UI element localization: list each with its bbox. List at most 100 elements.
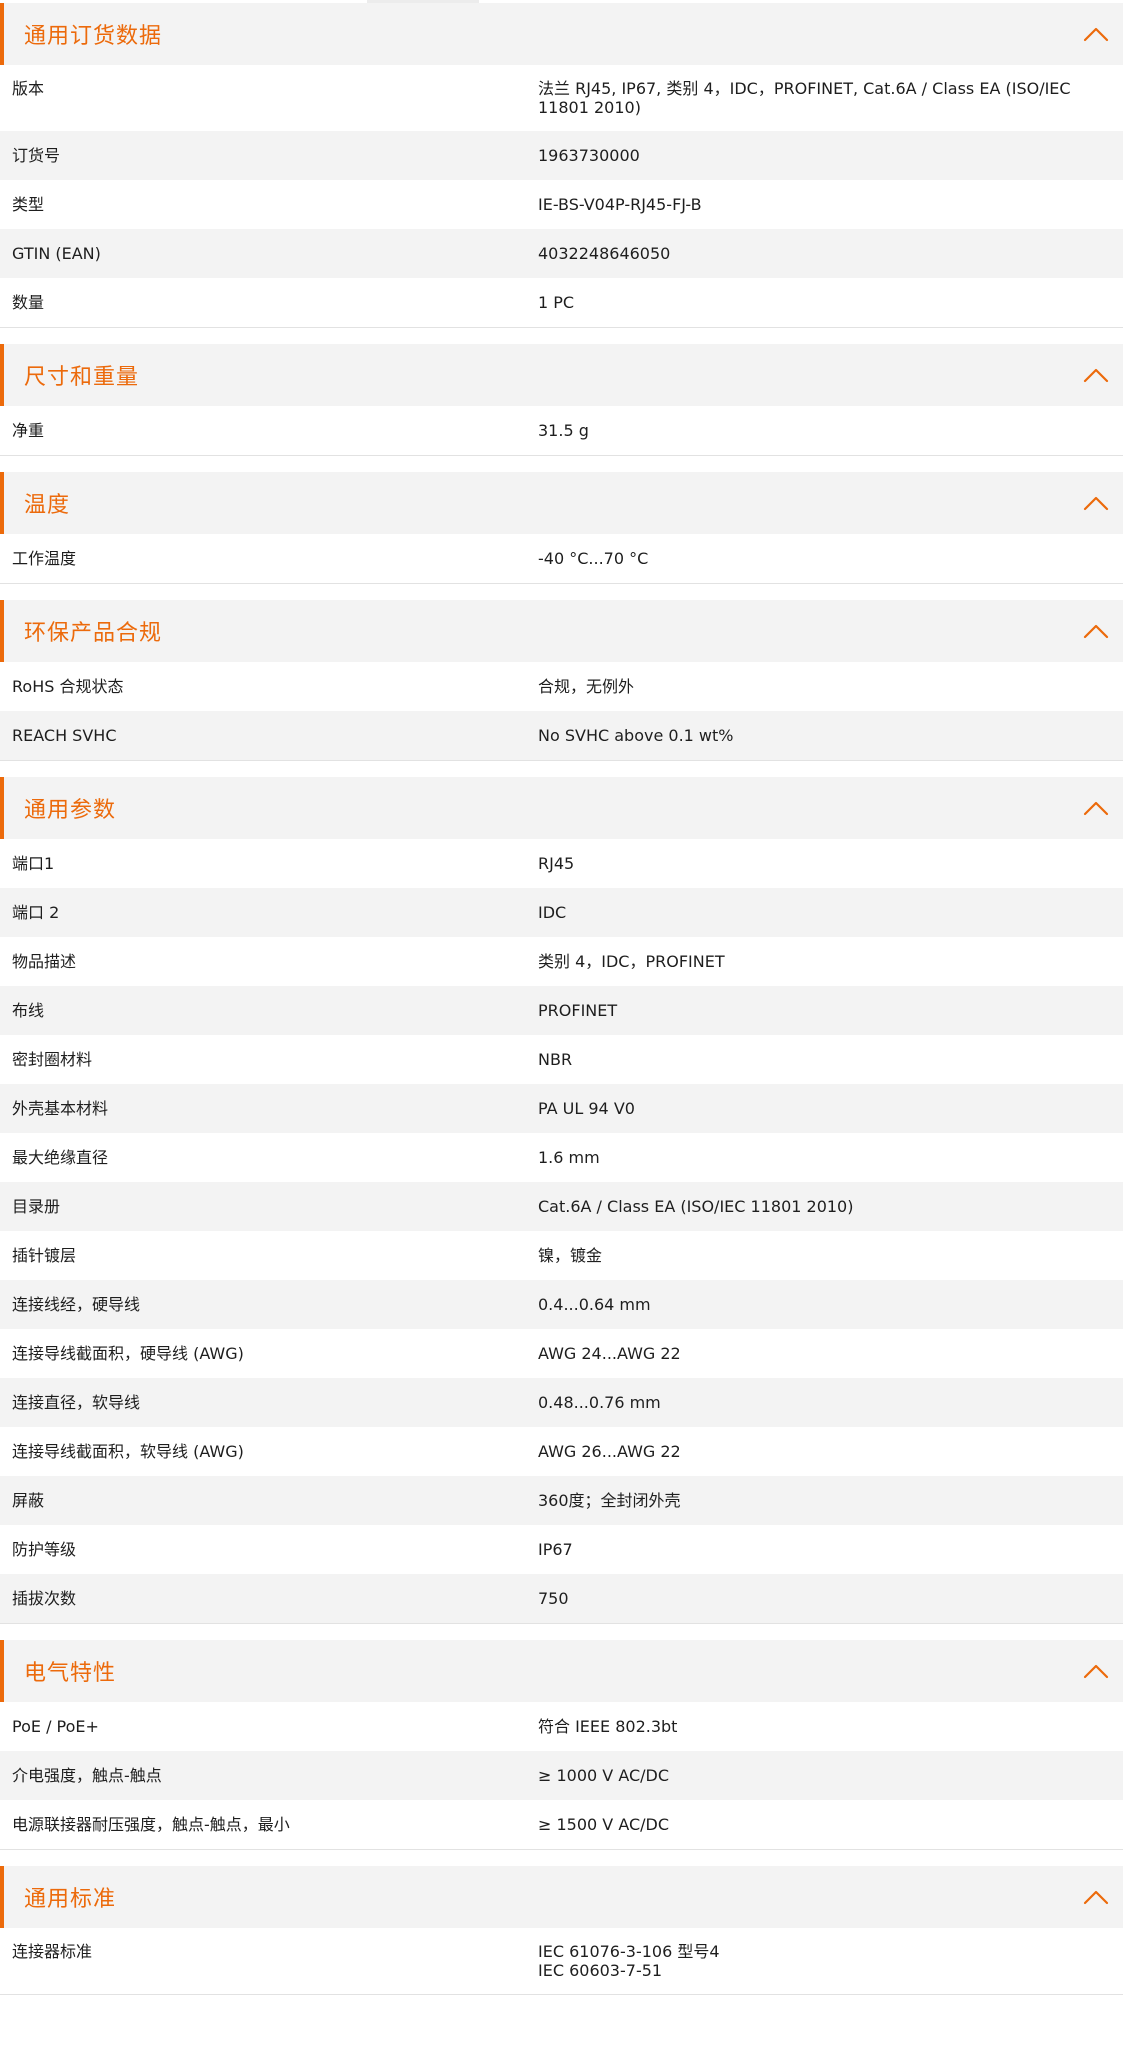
spec-value-line: ≥ 1000 V AC/DC: [538, 1766, 670, 1785]
spec-value: 750: [538, 1589, 1123, 1608]
spec-row: 连接直径，软导线 0.48...0.76 mm: [0, 1378, 1123, 1427]
spec-value-line: IE-BS-V04P-RJ45-FJ-B: [538, 195, 702, 214]
spec-value-line: 1 PC: [538, 293, 575, 312]
spec-value: Cat.6A / Class EA (ISO/IEC 11801 2010): [538, 1197, 1123, 1216]
spec-value: 符合 IEEE 802.3bt: [538, 1717, 1123, 1736]
spec-value: AWG 26...AWG 22: [538, 1442, 1123, 1461]
spec-table: 工作温度 -40 °C...70 °C: [0, 534, 1123, 584]
spec-value-line: PROFINET: [538, 1001, 618, 1020]
spec-row: 屏蔽 360度；全封闭外壳: [0, 1476, 1123, 1525]
spec-value-line: RJ45: [538, 854, 575, 873]
spec-label: 布线: [12, 1001, 45, 1020]
section-title: 通用参数: [24, 798, 117, 823]
spec-value: No SVHC above 0.1 wt%: [538, 726, 1123, 745]
spec-row: 连接器标准 IEC 61076-3-106 型号4 IEC 60603-7-51: [0, 1928, 1123, 1994]
section-title: 尺寸和重量: [24, 365, 140, 390]
chevron-up-icon[interactable]: [1081, 797, 1111, 819]
spec-value: 0.4...0.64 mm: [538, 1295, 1123, 1314]
spec-row: 介电强度，触点-触点 ≥ 1000 V AC/DC: [0, 1751, 1123, 1800]
section-title: 环保产品合规: [24, 621, 163, 646]
spec-label: 连接直径，软导线: [12, 1393, 141, 1412]
section-title: 通用订货数据: [24, 24, 163, 49]
section-header[interactable]: 环保产品合规: [0, 600, 1123, 662]
spec-label: 连接线经，硬导线: [12, 1295, 141, 1314]
spec-section: 电气特性 PoE / PoE+ 符合 IEEE 802.3bt 介电强度，触点-触点 ≥…: [0, 1640, 1123, 1850]
spec-label: 屏蔽: [12, 1491, 45, 1510]
spec-value: 31.5 g: [538, 421, 1123, 440]
spec-value: 1963730000: [538, 146, 1123, 165]
spec-label: PoE / PoE+: [12, 1717, 99, 1736]
spec-row: 版本 法兰 RJ45, IP67, 类别 4，IDC，PROFINET, Cat.…: [0, 65, 1123, 131]
spec-label: 连接器标准: [12, 1942, 93, 1961]
spec-label: 类型: [12, 195, 45, 214]
spec-table: 连接器标准 IEC 61076-3-106 型号4 IEC 60603-7-51: [0, 1928, 1123, 1995]
chevron-up-icon[interactable]: [1081, 1660, 1111, 1682]
spec-value-line: 1.6 mm: [538, 1148, 600, 1167]
section-title: 通用标准: [24, 1887, 117, 1912]
spec-value: IP67: [538, 1540, 1123, 1559]
spec-label: 净重: [12, 421, 45, 440]
spec-table: 版本 法兰 RJ45, IP67, 类别 4，IDC，PROFINET, Cat.…: [0, 65, 1123, 328]
spec-section: 尺寸和重量净重 31.5 g: [0, 344, 1123, 456]
spec-value-line: Cat.6A / Class EA (ISO/IEC 11801 2010): [538, 1197, 854, 1216]
section-header[interactable]: 温度: [0, 472, 1123, 534]
chevron-up-icon[interactable]: [1081, 364, 1111, 386]
section-title: 温度: [24, 493, 71, 518]
section-header[interactable]: 通用订货数据: [0, 3, 1123, 65]
spec-row: RoHS 合规状态 合规，无例外: [0, 662, 1123, 711]
section-title: 电气特性: [24, 1661, 117, 1686]
spec-value-line: AWG 24...AWG 22: [538, 1344, 681, 1363]
spec-label: 工作温度: [12, 549, 77, 568]
chevron-up-icon[interactable]: [1081, 23, 1111, 45]
spec-table: 净重 31.5 g: [0, 406, 1123, 456]
section-header[interactable]: 通用标准: [0, 1866, 1123, 1928]
spec-row: 密封圈材料 NBR: [0, 1035, 1123, 1084]
spec-row: 类型 IE-BS-V04P-RJ45-FJ-B: [0, 180, 1123, 229]
spec-row: 最大绝缘直径 1.6 mm: [0, 1133, 1123, 1182]
spec-value: PROFINET: [538, 1001, 1123, 1020]
spec-value: 1.6 mm: [538, 1148, 1123, 1167]
spec-label: 电源联接器耐压强度，触点-触点，最小: [12, 1815, 290, 1834]
spec-label: 插针镀层: [12, 1246, 77, 1265]
spec-row: 布线 PROFINET: [0, 986, 1123, 1035]
spec-value-line: 1963730000: [538, 146, 640, 165]
spec-value: IDC: [538, 903, 1123, 922]
spec-row: 防护等级 IP67: [0, 1525, 1123, 1574]
chevron-up-icon[interactable]: [1081, 620, 1111, 642]
spec-value-line: 11801 2010): [538, 98, 641, 117]
section-header[interactable]: 电气特性: [0, 1640, 1123, 1702]
spec-value-line: 法兰 RJ45, IP67, 类别 4，IDC，PROFINET, Cat.6A…: [538, 79, 1071, 98]
spec-value: NBR: [538, 1050, 1123, 1069]
spec-value: RJ45: [538, 854, 1123, 873]
spec-row: 目录册 Cat.6A / Class EA (ISO/IEC 11801 2010…: [0, 1182, 1123, 1231]
product-spec-page: 通用订货数据版本 法兰 RJ45, IP67, 类别 4，IDC，PROFINET…: [0, 0, 1123, 1995]
spec-value-line: 360度；全封闭外壳: [538, 1491, 681, 1510]
chevron-up-icon[interactable]: [1081, 1886, 1111, 1908]
spec-value-line: 750: [538, 1589, 569, 1608]
spec-label: 介电强度，触点-触点: [12, 1766, 162, 1785]
spec-value: 360度；全封闭外壳: [538, 1491, 1123, 1510]
spec-value: 合规，无例外: [538, 677, 1123, 696]
section-header[interactable]: 通用参数: [0, 777, 1123, 839]
spec-row: 连接导线截面积，软导线 (AWG) AWG 26...AWG 22: [0, 1427, 1123, 1476]
section-header[interactable]: 尺寸和重量: [0, 344, 1123, 406]
spec-label: 最大绝缘直径: [12, 1148, 109, 1167]
spec-table: RoHS 合规状态 合规，无例外 REACH SVHC No SVHC above 0…: [0, 662, 1123, 761]
spec-label: REACH SVHC: [12, 726, 117, 745]
spec-label: RoHS 合规状态: [12, 677, 124, 696]
spec-table: PoE / PoE+ 符合 IEEE 802.3bt 介电强度，触点-触点 ≥ 100…: [0, 1702, 1123, 1850]
spec-value-line: No SVHC above 0.1 wt%: [538, 726, 734, 745]
chevron-up-icon[interactable]: [1081, 492, 1111, 514]
spec-label: 端口 2: [12, 903, 60, 922]
spec-value-line: IP67: [538, 1540, 573, 1559]
spec-value-line: -40 °C...70 °C: [538, 549, 649, 568]
spec-row: 连接线经，硬导线 0.4...0.64 mm: [0, 1280, 1123, 1329]
spec-value-line: 合规，无例外: [538, 677, 635, 696]
spec-value: IE-BS-V04P-RJ45-FJ-B: [538, 195, 1123, 214]
spec-row: 订货号 1963730000: [0, 131, 1123, 180]
spec-label: 物品描述: [12, 952, 77, 971]
spec-label: 订货号: [12, 146, 61, 165]
spec-label: 连接导线截面积，硬导线 (AWG): [12, 1344, 244, 1363]
spec-row: 插拔次数 750: [0, 1574, 1123, 1623]
spec-row: 连接导线截面积，硬导线 (AWG) AWG 24...AWG 22: [0, 1329, 1123, 1378]
